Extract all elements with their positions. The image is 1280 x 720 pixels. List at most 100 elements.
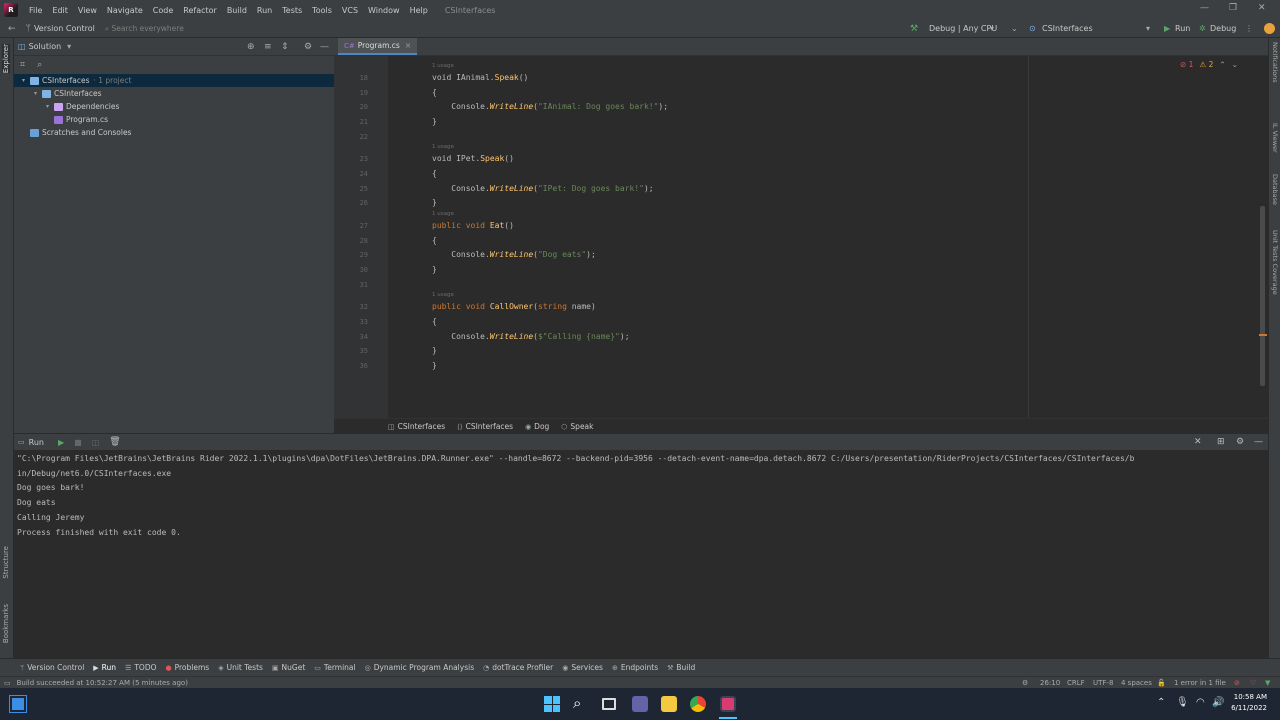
menu-refactor[interactable]: Refactor: [178, 6, 222, 15]
editor-scrollbar[interactable]: [1258, 56, 1268, 418]
tool-window-terminal[interactable]: ▭ Terminal: [314, 663, 364, 672]
breadcrumb-item[interactable]: ◉ Dog: [525, 422, 549, 431]
code-line[interactable]: public void CallOwner(string name): [432, 302, 596, 311]
chevron-down-icon[interactable]: ▾: [46, 103, 54, 110]
run-button[interactable]: Run: [1175, 24, 1190, 33]
tree-item[interactable]: ▾ CSInterfaces · 1 project: [14, 74, 334, 87]
breadcrumb-item[interactable]: ⟨⟩ CSInterfaces: [457, 422, 513, 431]
code-editor[interactable]: 1 usage void IAnimal.Speak() { Console.Wri…: [388, 56, 1268, 418]
teams-chat-icon[interactable]: [632, 696, 648, 712]
windows-start-icon[interactable]: [544, 696, 560, 712]
tool-window-todo[interactable]: ☰ TODO: [125, 663, 165, 672]
usage-hint[interactable]: 1 usage: [432, 144, 454, 150]
microphone-icon[interactable]: 🎙: [1176, 697, 1189, 708]
code-line[interactable]: {: [432, 236, 437, 245]
clock-date[interactable]: 6/11/2022: [1227, 704, 1267, 712]
chevron-down-icon[interactable]: ▾: [1146, 24, 1150, 33]
debug-button[interactable]: Debug: [1210, 24, 1236, 33]
tree-item[interactable]: Program.cs: [14, 113, 334, 126]
usage-hint[interactable]: 1 usage: [432, 292, 454, 298]
code-line[interactable]: {: [432, 317, 437, 326]
rider-taskbar-icon[interactable]: [720, 696, 736, 712]
explorer-tool-tab[interactable]: Explorer: [2, 44, 10, 74]
run-icon[interactable]: ▶: [1164, 24, 1170, 33]
close-icon[interactable]: ✕: [1194, 437, 1202, 447]
right-tool-tab[interactable]: Database: [1271, 174, 1279, 205]
menu-view[interactable]: View: [73, 6, 102, 15]
search-everywhere-field[interactable]: ⌕ Search everywhere: [105, 24, 184, 34]
menu-vcs[interactable]: VCS: [337, 6, 363, 15]
debug-icon[interactable]: ✲: [1199, 24, 1206, 33]
status-panel-icon[interactable]: ▭: [4, 679, 11, 687]
tool-window-problems[interactable]: ● Problems: [166, 663, 219, 672]
chevron-up-icon[interactable]: ⌃: [1219, 60, 1225, 69]
scroll-thumb[interactable]: [1260, 206, 1265, 386]
more-icon[interactable]: ⋮: [1245, 24, 1253, 33]
chrome-icon[interactable]: [690, 696, 706, 712]
tab-program-cs[interactable]: C# Program.cs ×: [338, 38, 418, 55]
volume-icon[interactable]: 🔊: [1212, 697, 1224, 708]
code-line[interactable]: Console.WriteLine($"Calling {name}");: [432, 332, 629, 341]
code-line[interactable]: }: [432, 117, 437, 126]
chevron-down-icon[interactable]: ⌄: [1232, 60, 1238, 69]
code-line[interactable]: }: [432, 346, 437, 355]
status-message[interactable]: Build succeeded at 10:52:27 AM (5 minute…: [17, 679, 188, 687]
code-line[interactable]: }: [432, 198, 437, 207]
code-line[interactable]: Console.WriteLine("IPet: Dog goes bark!"…: [432, 184, 653, 193]
close-tab-icon[interactable]: ×: [405, 41, 411, 50]
run-config-selector[interactable]: CSInterfaces: [1042, 24, 1093, 33]
tool-window-profiler[interactable]: ◔ dotTrace Profiler: [483, 663, 562, 672]
configuration-selector[interactable]: Debug | Any CPU: [929, 24, 997, 33]
code-line[interactable]: {: [432, 169, 437, 178]
tool-window-version-control[interactable]: ᛘ Version Control: [20, 663, 93, 672]
minimize-icon[interactable]: —: [1200, 3, 1209, 13]
file-explorer-icon[interactable]: [661, 696, 677, 712]
locate-icon[interactable]: ⊕: [247, 42, 255, 52]
breadcrumb-item[interactable]: ◫ CSInterfaces: [388, 422, 445, 431]
close-window-icon[interactable]: ✕: [1258, 3, 1266, 13]
filter-icon[interactable]: ⌗: [20, 60, 25, 70]
menu-build[interactable]: Build: [222, 6, 252, 15]
menu-code[interactable]: Code: [148, 6, 178, 15]
update-icon[interactable]: [1264, 23, 1275, 34]
chevron-down-icon[interactable]: ▾: [990, 24, 994, 33]
stop-icon[interactable]: ■: [74, 438, 82, 447]
code-line[interactable]: {: [432, 88, 437, 97]
tool-window-services[interactable]: ◉ Services: [562, 663, 612, 672]
menu-file[interactable]: File: [24, 6, 47, 15]
code-line[interactable]: Console.WriteLine("Dog eats");: [432, 250, 596, 259]
chevron-down-icon[interactable]: ▾: [34, 90, 42, 97]
run-console-output[interactable]: "C:\Program Files\JetBrains\JetBrains Ri…: [14, 450, 1268, 658]
code-line[interactable]: void IAnimal.Speak(): [432, 73, 528, 82]
hide-panel-icon[interactable]: —: [1254, 437, 1263, 447]
code-line[interactable]: public void Eat(): [432, 221, 514, 230]
menu-help[interactable]: Help: [405, 6, 433, 15]
right-tool-tab[interactable]: IL Viewer: [1271, 123, 1279, 153]
debug-rerun-icon[interactable]: ◫: [92, 438, 100, 447]
search-icon[interactable]: ⌕: [37, 60, 42, 70]
menu-edit[interactable]: Edit: [47, 6, 73, 15]
hide-panel-icon[interactable]: —: [320, 42, 329, 52]
breadcrumb-item[interactable]: ⬡ Speak: [561, 422, 593, 431]
gear-icon[interactable]: ⚙: [304, 42, 312, 52]
gear-icon[interactable]: ⚙: [1236, 437, 1244, 447]
build-hammer-icon[interactable]: ⚒: [910, 24, 918, 34]
maximize-icon[interactable]: ❐: [1229, 3, 1237, 13]
code-line[interactable]: }: [432, 265, 437, 274]
right-tool-tab[interactable]: Unit Tests Coverage: [1271, 230, 1279, 295]
code-line[interactable]: Console.WriteLine("IAnimal: Dog goes bar…: [432, 102, 668, 111]
code-line[interactable]: void IPet.Speak(): [432, 154, 514, 163]
task-view-icon[interactable]: [602, 698, 616, 710]
usage-hint[interactable]: 1 usage: [432, 211, 454, 217]
clock-time[interactable]: 10:58 AM: [1227, 693, 1267, 701]
search-icon[interactable]: ⌕: [573, 694, 581, 712]
tool-window-dpa[interactable]: ◎ Dynamic Program Analysis: [365, 663, 484, 672]
chevron-down-icon[interactable]: ▾: [22, 77, 30, 84]
usage-hint[interactable]: 1 usage: [432, 63, 454, 69]
tree-item[interactable]: Scratches and Consoles: [14, 126, 334, 139]
tree-item[interactable]: ▾ Dependencies: [14, 100, 334, 113]
layout-icon[interactable]: ⊞: [1217, 437, 1225, 447]
rerun-icon[interactable]: ▶: [58, 438, 64, 447]
back-arrow-icon[interactable]: ←: [8, 24, 16, 34]
version-control-button[interactable]: Version Control: [34, 24, 95, 33]
